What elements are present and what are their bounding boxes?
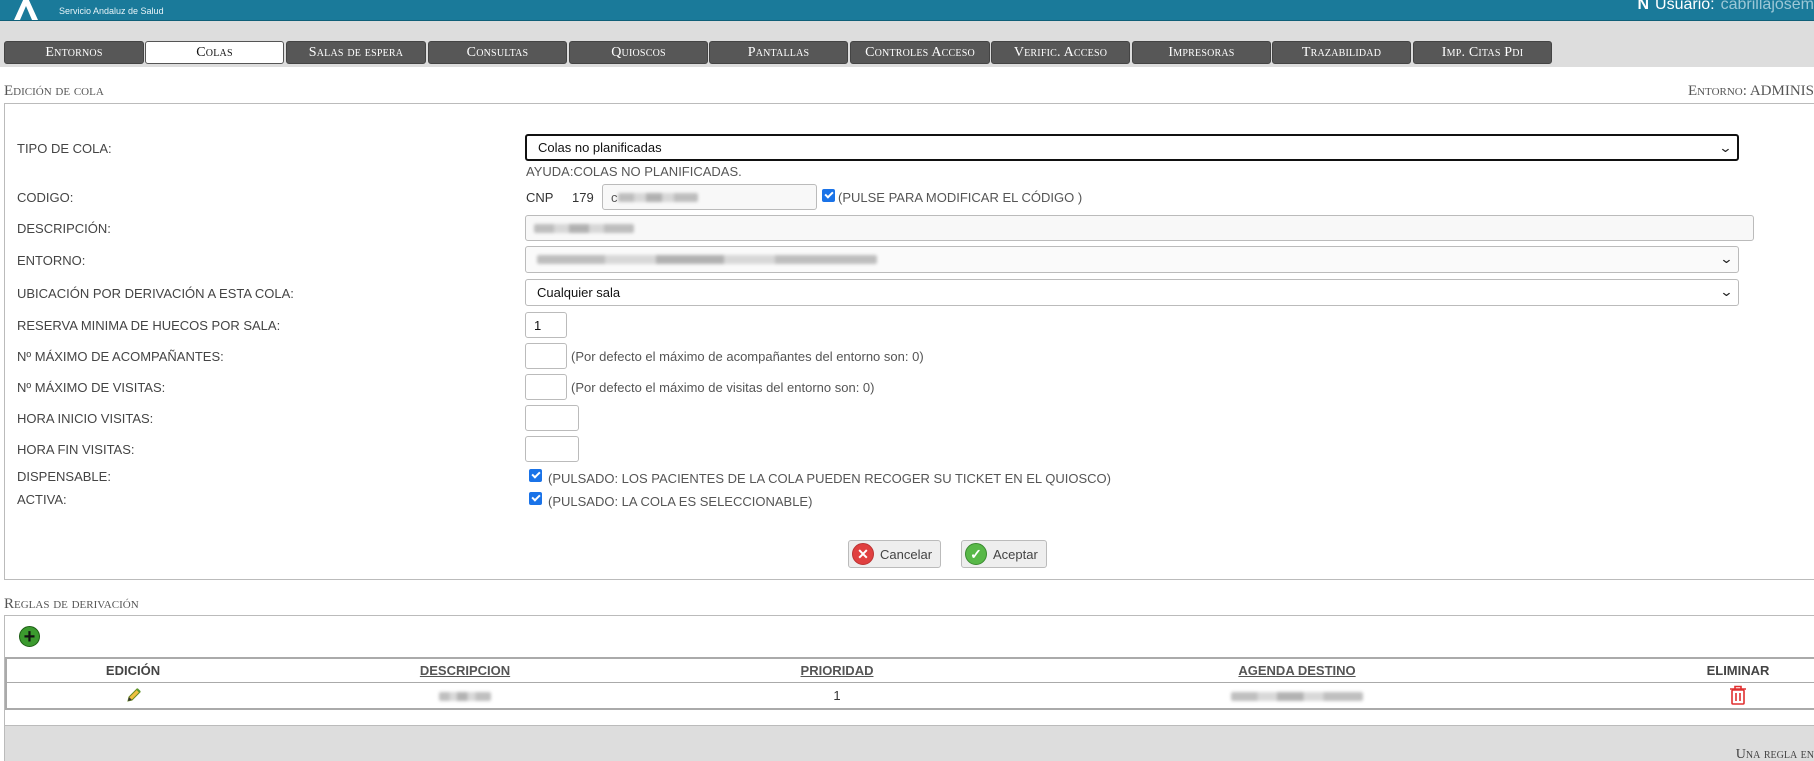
user-info: N Usuario: cabrillajosem bbox=[1637, 0, 1814, 16]
col-descripcion[interactable]: DESCRIPCION bbox=[420, 663, 510, 678]
visitas-help: (Por defecto el máximo de visitas del en… bbox=[571, 380, 875, 395]
trash-icon[interactable] bbox=[1729, 685, 1747, 705]
redacted-text bbox=[537, 255, 877, 264]
tab-impresoras[interactable]: Impresoras bbox=[1132, 41, 1271, 64]
col-prioridad[interactable]: PRIORIDAD bbox=[801, 663, 874, 678]
tab-entornos[interactable]: Entornos bbox=[4, 41, 144, 64]
col-edicion: EDICIÓN bbox=[105, 663, 161, 678]
accept-button[interactable]: ✓ Aceptar bbox=[961, 540, 1047, 568]
rule-prioridad: 1 bbox=[833, 688, 841, 703]
activa-checkbox[interactable] bbox=[529, 492, 542, 505]
redacted-text bbox=[439, 692, 491, 702]
activa-label: ACTIVA: bbox=[17, 492, 67, 507]
logo-subtitle: Servicio Andaluz de Salud bbox=[59, 6, 164, 16]
tab-salas-de-espera[interactable]: Salas de espera bbox=[286, 41, 426, 64]
activa-text: (PULSADO: LA COLA ES SELECCIONABLE) bbox=[548, 494, 813, 509]
codigo-label: CODIGO: bbox=[17, 190, 74, 205]
chevron-down-icon: ⌄ bbox=[1719, 284, 1734, 299]
tab-trazabilidad[interactable]: Trazabilidad bbox=[1272, 41, 1411, 64]
acompanantes-input[interactable] bbox=[525, 343, 567, 369]
reserva-input[interactable]: 1 bbox=[525, 312, 567, 338]
cancel-icon: ✕ bbox=[852, 543, 874, 565]
modificar-codigo-text: (PULSE PARA MODIFICAR EL CÓDIGO ) bbox=[838, 190, 1083, 205]
tab-verific-acceso[interactable]: Verific. Acceso bbox=[991, 41, 1130, 64]
hora-inicio-label: HORA INICIO VISITAS: bbox=[17, 411, 154, 426]
descripcion-label: DESCRIPCIÓN: bbox=[17, 221, 111, 236]
tab-pantallas[interactable]: Pantallas bbox=[709, 41, 848, 64]
add-rule-button[interactable]: + bbox=[19, 626, 40, 647]
tab-colas[interactable]: Colas bbox=[145, 41, 284, 64]
descripcion-input[interactable] bbox=[525, 215, 1754, 241]
entorno-label: ENTORNO: bbox=[17, 253, 86, 268]
redacted-text bbox=[1231, 692, 1363, 702]
environment-indicator: Entorno: ADMINIS bbox=[1687, 83, 1814, 99]
rule-descripcion bbox=[439, 688, 491, 703]
visitas-label: Nº MÁXIMO DE VISITAS: bbox=[17, 380, 166, 395]
acompanantes-label: Nº MÁXIMO DE ACOMPAÑANTES: bbox=[17, 349, 224, 364]
codigo-number: 179 bbox=[572, 190, 594, 205]
tipo-cola-help: AYUDA:COLAS NO PLANIFICADAS. bbox=[526, 164, 742, 179]
edit-pencil-icon[interactable] bbox=[125, 686, 143, 704]
sas-logo-icon bbox=[14, 0, 38, 20]
dispensable-text: (PULSADO: LOS PACIENTES DE LA COLA PUEDE… bbox=[548, 471, 1111, 486]
hora-fin-label: HORA FIN VISITAS: bbox=[17, 442, 135, 457]
dispensable-label: DISPENSABLE: bbox=[17, 469, 111, 484]
dispensable-checkbox[interactable] bbox=[529, 469, 542, 482]
rules-table bbox=[5, 657, 1814, 710]
ubicacion-select[interactable]: Cualquier sala ⌄ bbox=[525, 279, 1739, 306]
app-header: Servicio Andaluz de Salud N Usuario: cab… bbox=[0, 0, 1814, 21]
codigo-input[interactable]: c bbox=[602, 184, 817, 210]
col-agenda-destino[interactable]: AGENDA DESTINO bbox=[1238, 663, 1355, 678]
tipo-cola-select[interactable]: Colas no planificadas ⌄ bbox=[525, 134, 1739, 161]
chevron-down-icon: ⌄ bbox=[1719, 251, 1734, 266]
rule-agenda-destino bbox=[1231, 688, 1363, 703]
reserva-value: 1 bbox=[534, 317, 542, 333]
hora-fin-input[interactable] bbox=[525, 436, 579, 462]
rules-footer bbox=[4, 725, 1814, 761]
chevron-down-icon: ⌄ bbox=[1718, 140, 1733, 155]
user-icon: N bbox=[1637, 0, 1650, 13]
tab-consultas[interactable]: Consultas bbox=[428, 41, 567, 64]
modificar-codigo-checkbox[interactable] bbox=[822, 189, 835, 202]
accept-label: Aceptar bbox=[993, 546, 1038, 562]
edit-form-panel bbox=[4, 103, 1814, 580]
tab-controles-acceso[interactable]: Controles Acceso bbox=[850, 41, 990, 64]
col-eliminar: ELIMINAR bbox=[1706, 663, 1770, 678]
redacted-text bbox=[534, 223, 634, 233]
tab-imp-citas-pdi[interactable]: Imp. Citas Pdi bbox=[1413, 41, 1552, 64]
codigo-prefix: CNP bbox=[526, 190, 554, 205]
user-name: cabrillajosem bbox=[1720, 0, 1814, 13]
acompanantes-help: (Por defecto el máximo de acompañantes d… bbox=[571, 349, 924, 364]
ubicacion-value: Cualquier sala bbox=[537, 285, 621, 300]
cancel-button[interactable]: ✕ Cancelar bbox=[848, 540, 942, 568]
tipo-cola-value: Colas no planificadas bbox=[538, 140, 662, 155]
edit-section-title: Edición de cola bbox=[4, 83, 104, 99]
tipo-cola-label: TIPO DE COLA: bbox=[17, 141, 112, 156]
redacted-text bbox=[617, 192, 698, 202]
reserva-label: RESERVA MINIMA DE HUECOS POR SALA: bbox=[17, 318, 281, 333]
ubicacion-label: UBICACIÓN POR DERIVACIÓN A ESTA COLA: bbox=[17, 286, 294, 301]
rules-footer-text: Una regla en bbox=[1735, 747, 1814, 761]
visitas-input[interactable] bbox=[525, 374, 567, 400]
check-icon: ✓ bbox=[965, 543, 987, 565]
cancel-label: Cancelar bbox=[880, 546, 933, 562]
tab-quioscos[interactable]: Quioscos bbox=[569, 41, 708, 64]
entorno-select[interactable]: ⌄ bbox=[525, 246, 1739, 273]
codigo-value: c bbox=[611, 189, 618, 205]
user-label: Usuario: bbox=[1655, 0, 1715, 13]
table-header-divider bbox=[5, 682, 1814, 683]
hora-inicio-input[interactable] bbox=[525, 405, 579, 431]
rules-section-title: Reglas de derivación bbox=[4, 596, 139, 612]
